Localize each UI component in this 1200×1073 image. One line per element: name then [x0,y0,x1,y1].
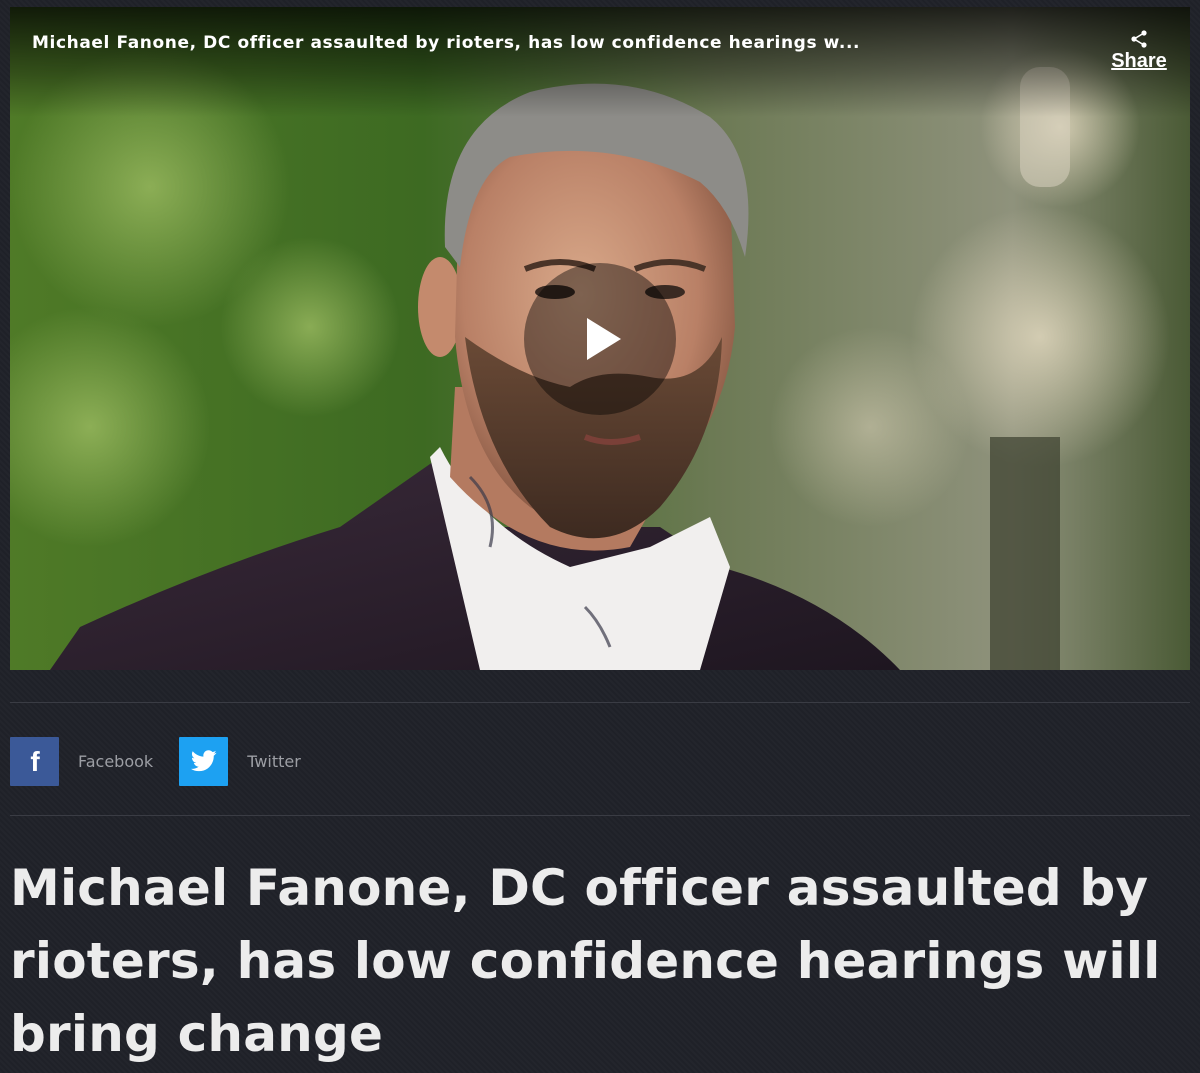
divider [10,702,1190,703]
title-overlay [10,7,1190,117]
share-icon [1131,30,1147,48]
share-label: Share [1111,50,1167,72]
facebook-share-button[interactable]: f Facebook [10,736,154,786]
divider [10,815,1190,816]
twitter-label: Twitter [247,751,301,771]
play-icon [587,318,621,360]
share-button[interactable]: Share [1108,29,1170,73]
twitter-icon [179,736,229,786]
video-player[interactable]: Michael Fanone, DC officer assaulted by … [10,7,1190,670]
video-title[interactable]: Michael Fanone, DC officer assaulted by … [32,33,1072,53]
social-share-bar: f Facebook Twitter [10,736,327,786]
article-headline: Michael Fanone, DC officer assaulted by … [10,859,1161,1063]
play-button[interactable] [524,263,676,415]
facebook-icon: f [10,736,59,786]
svg-text:f: f [30,746,40,776]
article-page: Michael Fanone, DC officer assaulted by … [0,0,1200,1073]
twitter-share-button[interactable]: Twitter [179,736,301,786]
facebook-label: Facebook [78,751,154,771]
